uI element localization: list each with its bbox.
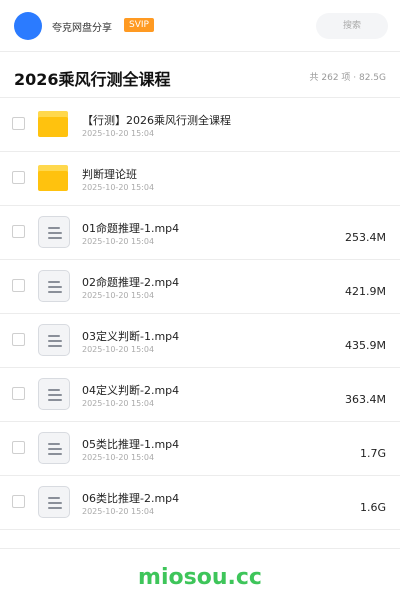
- list-item[interactable]: 03定义判断-1.mp4 2025-10-20 15:04 435.9M: [0, 314, 400, 368]
- select-checkbox[interactable]: [12, 441, 25, 454]
- list-item[interactable]: 02命题推理-2.mp4 2025-10-20 15:04 421.9M: [0, 260, 400, 314]
- select-checkbox[interactable]: [12, 225, 25, 238]
- page-title: 2026乘风行测全课程: [14, 70, 171, 89]
- item-name: 01命题推理-1.mp4: [82, 222, 180, 235]
- document-icon: [38, 216, 70, 248]
- folder-summary: 共 262 项 · 82.5G: [309, 73, 387, 83]
- select-checkbox[interactable]: [12, 495, 25, 508]
- svip-badge: SVIP: [124, 18, 154, 32]
- select-checkbox[interactable]: [12, 387, 25, 400]
- document-icon: [38, 270, 70, 302]
- list-item[interactable]: 05类比推理-1.mp4 2025-10-20 15:04 1.7G: [0, 422, 400, 476]
- item-date: 2025-10-20 15:04: [82, 453, 155, 462]
- search-input[interactable]: 搜索: [316, 13, 388, 39]
- document-icon: [38, 432, 70, 464]
- item-name: 04定义判断-2.mp4: [82, 384, 180, 397]
- item-date: 2025-10-20 15:04: [82, 507, 155, 516]
- item-date: 2025-10-20 15:04: [82, 291, 155, 300]
- list-item[interactable]: 判断理论班 2025-10-20 15:04: [0, 152, 400, 206]
- item-name: 06类比推理-2.mp4: [82, 492, 180, 505]
- select-checkbox[interactable]: [12, 171, 25, 184]
- item-name: 05类比推理-1.mp4: [82, 438, 180, 451]
- document-icon: [38, 324, 70, 356]
- item-date: 2025-10-20 15:04: [82, 237, 155, 246]
- folder-icon: [38, 108, 70, 140]
- item-size: 363.4M: [345, 393, 386, 406]
- item-size: 435.9M: [345, 339, 386, 352]
- folder-icon: [38, 162, 70, 194]
- item-size: 421.9M: [345, 285, 386, 298]
- list-item[interactable]: 06类比推理-2.mp4 2025-10-20 15:04 1.6G: [0, 476, 400, 530]
- item-size: 1.7G: [359, 447, 386, 460]
- item-name: 【行测】2026乘风行测全课程: [82, 114, 231, 127]
- item-name: 判断理论班: [82, 168, 137, 181]
- item-name: 03定义判断-1.mp4: [82, 330, 180, 343]
- item-name: 02命题推理-2.mp4: [82, 276, 180, 289]
- item-date: 2025-10-20 15:04: [82, 183, 155, 192]
- item-date: 2025-10-20 15:04: [82, 129, 155, 138]
- footer: miosou.cc: [0, 548, 400, 600]
- item-date: 2025-10-20 15:04: [82, 345, 155, 354]
- brand-watermark: miosou.cc: [138, 565, 262, 590]
- document-icon: [38, 378, 70, 410]
- list-item[interactable]: 01命题推理-1.mp4 2025-10-20 15:04 253.4M: [0, 206, 400, 260]
- list-item[interactable]: 04定义判断-2.mp4 2025-10-20 15:04 363.4M: [0, 368, 400, 422]
- file-list: 【行测】2026乘风行测全课程 2025-10-20 15:04 判断理论班 2…: [0, 98, 400, 530]
- top-bar: 夸克网盘分享 SVIP 搜索: [0, 0, 400, 52]
- avatar[interactable]: [14, 12, 42, 40]
- select-checkbox[interactable]: [12, 117, 25, 130]
- select-checkbox[interactable]: [12, 279, 25, 292]
- document-icon: [38, 486, 70, 518]
- item-size: 253.4M: [345, 231, 386, 244]
- select-checkbox[interactable]: [12, 333, 25, 346]
- item-size: 1.6G: [359, 501, 386, 514]
- sharer-name: 夸克网盘分享: [52, 23, 112, 34]
- folder-header: 2026乘风行测全课程 共 262 项 · 82.5G: [0, 52, 400, 98]
- list-item[interactable]: 【行测】2026乘风行测全课程 2025-10-20 15:04: [0, 98, 400, 152]
- item-date: 2025-10-20 15:04: [82, 399, 155, 408]
